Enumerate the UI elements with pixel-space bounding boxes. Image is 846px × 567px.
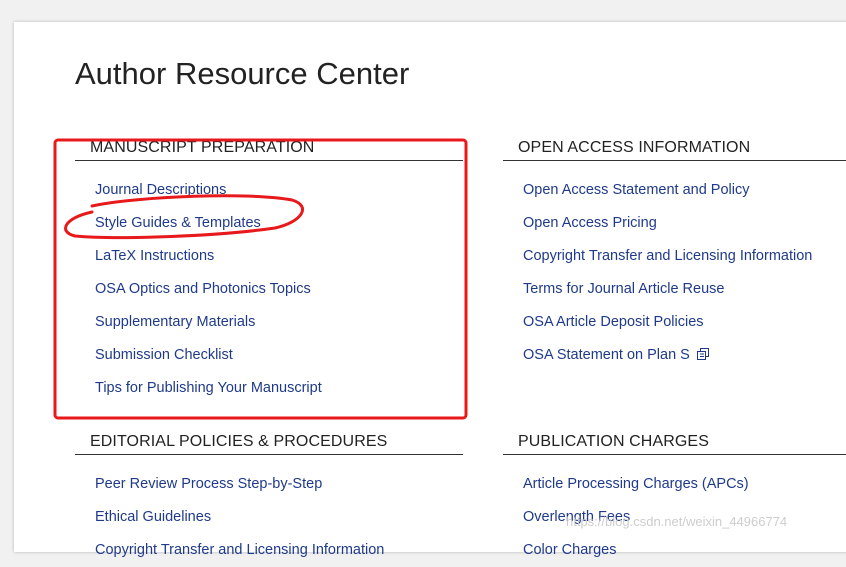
link-copyright-transfer-editorial[interactable]: Copyright Transfer and Licensing Informa… [95,542,384,558]
link-article-deposit-policies[interactable]: OSA Article Deposit Policies [523,314,704,330]
list-item: OSA Statement on Plan S [503,338,846,371]
link-article-processing-charges[interactable]: Article Processing Charges (APCs) [523,476,749,492]
watermark: https://blog.csdn.net/weixin_44966774 [566,514,788,529]
link-peer-review-process[interactable]: Peer Review Process Step-by-Step [95,476,322,492]
link-open-access-statement[interactable]: Open Access Statement and Policy [523,182,750,198]
page-title: Author Resource Center [75,56,410,91]
list-item: Terms for Journal Article Reuse [503,272,846,305]
link-copyright-transfer[interactable]: Copyright Transfer and Licensing Informa… [523,248,812,264]
list-item: Ethical Guidelines [75,500,463,533]
section-editorial-policies: EDITORIAL POLICIES & PROCEDURES Peer Rev… [75,433,463,566]
link-list: Open Access Statement and Policy Open Ac… [503,173,846,371]
list-item: Tips for Publishing Your Manuscript [75,371,463,404]
external-link-icon[interactable] [697,339,710,372]
link-open-access-pricing[interactable]: Open Access Pricing [523,215,657,231]
link-color-charges[interactable]: Color Charges [523,542,617,558]
list-item: Article Processing Charges (APCs) [503,467,846,500]
list-item: Style Guides & Templates [75,206,463,239]
list-item: OSA Article Deposit Policies [503,305,846,338]
section-manuscript-preparation: MANUSCRIPT PREPARATION Journal Descripti… [75,139,463,404]
link-ethical-guidelines[interactable]: Ethical Guidelines [95,509,211,525]
link-tips-publishing[interactable]: Tips for Publishing Your Manuscript [95,380,322,396]
list-item: Supplementary Materials [75,305,463,338]
section-open-access-information: OPEN ACCESS INFORMATION Open Access Stat… [503,139,846,371]
link-list: Peer Review Process Step-by-Step Ethical… [75,467,463,566]
list-item: Journal Descriptions [75,173,463,206]
list-item: Submission Checklist [75,338,463,371]
list-item: Open Access Pricing [503,206,846,239]
section-heading: PUBLICATION CHARGES [503,433,846,455]
section-heading: OPEN ACCESS INFORMATION [503,139,846,161]
section-heading: EDITORIAL POLICIES & PROCEDURES [75,433,463,455]
link-latex-instructions[interactable]: LaTeX Instructions [95,248,214,264]
section-heading: MANUSCRIPT PREPARATION [75,139,463,161]
list-item: LaTeX Instructions [75,239,463,272]
link-statement-plan-s[interactable]: OSA Statement on Plan S [523,347,690,363]
link-supplementary-materials[interactable]: Supplementary Materials [95,314,255,330]
section-publication-charges: PUBLICATION CHARGES Article Processing C… [503,433,846,566]
list-item: Copyright Transfer and Licensing Informa… [75,533,463,566]
list-item: Copyright Transfer and Licensing Informa… [503,239,846,272]
link-terms-article-reuse[interactable]: Terms for Journal Article Reuse [523,281,724,297]
link-optics-photonics-topics[interactable]: OSA Optics and Photonics Topics [95,281,311,297]
link-list: Journal Descriptions Style Guides & Temp… [75,173,463,404]
list-item: OSA Optics and Photonics Topics [75,272,463,305]
list-item: Peer Review Process Step-by-Step [75,467,463,500]
list-item: Color Charges [503,533,846,566]
list-item: Open Access Statement and Policy [503,173,846,206]
link-style-guides-templates[interactable]: Style Guides & Templates [95,215,261,231]
link-submission-checklist[interactable]: Submission Checklist [95,347,233,363]
link-journal-descriptions[interactable]: Journal Descriptions [95,182,226,198]
